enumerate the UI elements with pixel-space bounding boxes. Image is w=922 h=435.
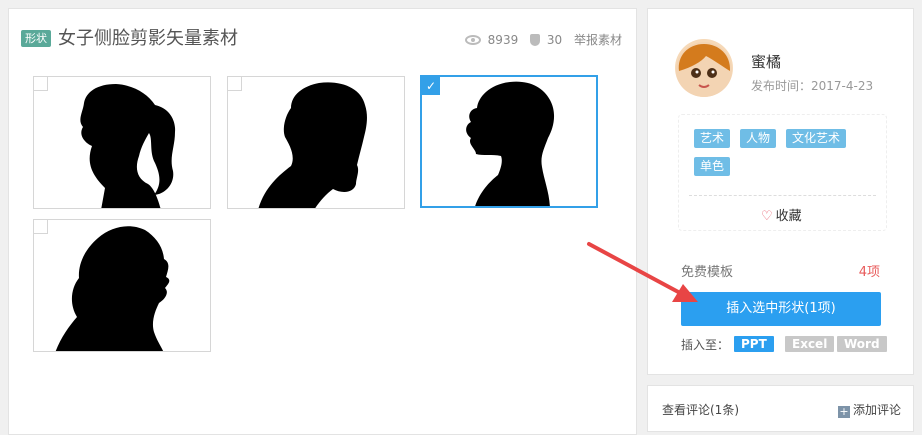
author-name: 蜜橘	[751, 53, 782, 71]
like-count: 30	[546, 32, 563, 47]
insert-selected-shape-button[interactable]: 插入选中形状(1项)	[681, 292, 881, 326]
favorite-label: 收藏	[775, 209, 802, 224]
tag-chip[interactable]: 文化艺术	[786, 129, 847, 148]
thumbnail-3-checkbox[interactable]: ✓	[422, 77, 440, 95]
insert-to-label: 插入至：	[681, 338, 730, 352]
eye-icon	[464, 34, 481, 45]
material-stats: 8939 30 举报素材	[464, 31, 622, 48]
cartoon-girl-avatar-icon	[676, 42, 732, 97]
long-curly-hair-woman-silhouette-icon	[55, 226, 170, 351]
thumbnail-2[interactable]	[227, 76, 405, 209]
selected-item-count: 4项	[858, 265, 880, 280]
thumbnail-4[interactable]	[33, 219, 211, 352]
tag-chip[interactable]: 单色	[694, 157, 731, 176]
ponytail-woman-silhouette-icon	[80, 84, 176, 208]
author-info-card: 蜜橘 发布时间：2017-4-23 艺术 人物 文化艺术 单色 ♡ 收藏 免费模板…	[647, 8, 914, 375]
view-count: 8939	[487, 32, 519, 47]
curly-hair-woman-silhouette-icon	[258, 82, 367, 208]
comments-bar: 查看评论(1条) + 添加评论	[647, 385, 914, 432]
material-preview-panel: 形状 女子侧脸剪影矢量素材 8939 30 举报素材 ✓	[8, 8, 637, 435]
heart-icon: ♡	[761, 209, 773, 224]
material-title-row: 形状 女子侧脸剪影矢量素材 8939 30 举报素材	[21, 27, 622, 51]
shape-type-badge: 形状	[21, 30, 51, 47]
tag-chip[interactable]: 艺术	[694, 129, 731, 148]
insert-to-ppt-button[interactable]: PPT	[734, 336, 774, 352]
thumbnail-2-checkbox[interactable]	[228, 77, 242, 91]
thumbnail-1[interactable]	[33, 76, 211, 209]
tags-box: 艺术 人物 文化艺术 单色 ♡ 收藏	[678, 114, 887, 231]
thumb-up-icon	[530, 33, 541, 46]
insert-to-word-button[interactable]: Word	[837, 336, 887, 352]
free-template-label: 免费模板	[681, 265, 734, 280]
plus-icon: +	[837, 405, 850, 418]
profile-woman-silhouette-icon	[466, 81, 555, 206]
add-comment-label: 添加评论	[852, 403, 901, 417]
thumbnail-1-checkbox[interactable]	[34, 77, 48, 91]
tag-chip[interactable]: 人物	[740, 129, 777, 148]
material-title: 女子侧脸剪影矢量素材	[58, 28, 238, 49]
favorite-button[interactable]: ♡ 收藏	[761, 205, 802, 224]
insert-to-excel-button[interactable]: Excel	[785, 336, 835, 352]
publish-time: 发布时间：2017-4-23	[751, 79, 874, 93]
view-comments-link[interactable]: 查看评论(1条)	[662, 401, 739, 418]
author-avatar[interactable]	[675, 39, 733, 97]
tag-divider	[689, 195, 876, 196]
report-material-link[interactable]: 举报素材	[574, 32, 622, 48]
add-comment-link[interactable]: + 添加评论	[837, 401, 901, 418]
thumbnail-4-checkbox[interactable]	[34, 220, 48, 234]
thumbnail-3-selected[interactable]: ✓	[420, 75, 598, 208]
